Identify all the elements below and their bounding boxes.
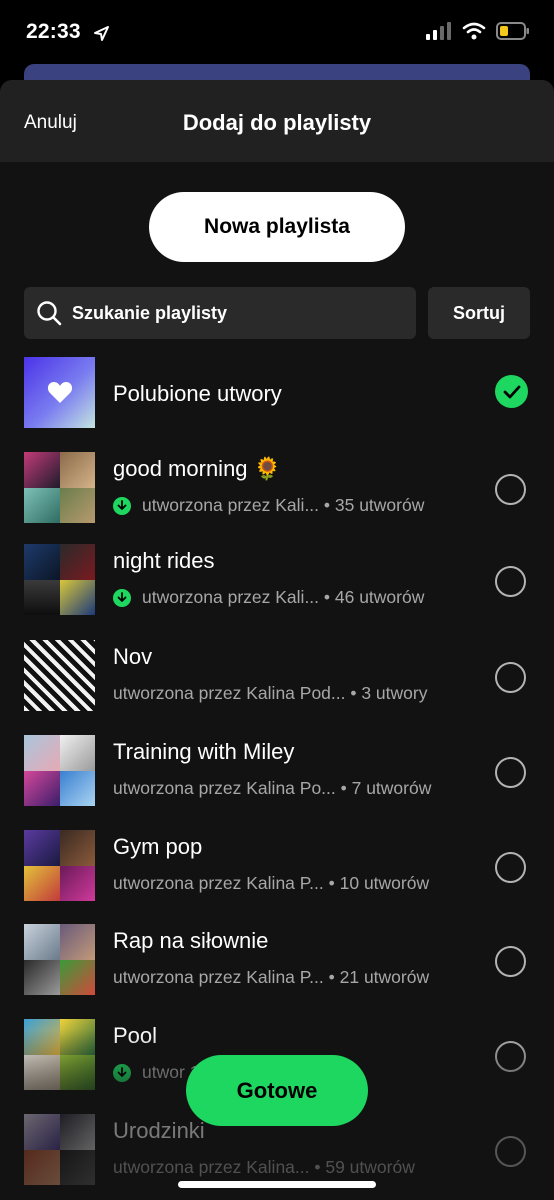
playlist-cover [24, 924, 95, 995]
playlist-title: night rides [113, 548, 215, 573]
select-radio[interactable] [495, 662, 526, 693]
location-arrow-icon [94, 26, 109, 41]
heart-icon [47, 381, 72, 403]
search-placeholder: Szukanie playlisty [72, 302, 228, 323]
list-item[interactable]: night rides utworzona przez Kali... • 46… [0, 544, 554, 624]
playlist-cover [24, 1019, 95, 1090]
playlist-subtitle: utworzona przez Kalina P... • 10 utworów [113, 873, 430, 893]
playlist-subtitle: utworzona przez Kalina Po... • 7 utworów [113, 778, 432, 798]
sort-button[interactable]: Sortuj [428, 287, 530, 339]
downloaded-icon [113, 588, 131, 607]
playlist-title: Polubione utwory [113, 381, 282, 406]
liked-songs-cover [24, 357, 95, 428]
done-button[interactable]: Gotowe [186, 1055, 368, 1126]
playlist-cover [24, 830, 95, 901]
selected-check[interactable] [495, 375, 528, 408]
playlist-subtitle: utworzona przez Kalina P... • 21 utworów [113, 967, 430, 987]
search-icon [36, 300, 62, 326]
check-icon [503, 385, 520, 398]
status-bar: 22:33 [0, 0, 554, 66]
list-item[interactable]: Training with Miley utworzona przez Kali… [0, 735, 554, 815]
select-radio[interactable] [495, 757, 526, 788]
select-radio[interactable] [495, 566, 526, 597]
sheet-header: Anuluj Dodaj do playlisty [0, 80, 554, 162]
playlist-title: Rap na siłownie [113, 928, 269, 953]
home-indicator [178, 1181, 376, 1188]
playlist-subtitle: utworzona przez Kalina... • 59 utworów [113, 1157, 415, 1177]
page-title: Dodaj do playlisty [182, 110, 372, 135]
playlist-title: Urodzinki [113, 1118, 205, 1143]
list-item[interactable]: good morning 🌻 utworzona przez Kali... •… [0, 452, 554, 532]
select-radio[interactable] [495, 946, 526, 977]
playlist-cover [24, 452, 95, 523]
battery-icon [496, 22, 529, 40]
select-radio[interactable] [495, 474, 526, 505]
downloaded-icon [113, 1063, 131, 1082]
list-item[interactable]: Polubione utwory [0, 357, 554, 437]
playlist-cover [24, 1114, 95, 1185]
playlist-title: Gym pop [113, 834, 203, 859]
playlist-title: Training with Miley [113, 739, 295, 764]
select-radio[interactable] [495, 852, 526, 883]
playlist-cover [24, 735, 95, 806]
select-radio[interactable] [495, 1041, 526, 1072]
list-item[interactable]: Nov utworzona przez Kalina Pod... • 3 ut… [0, 640, 554, 720]
playlist-title: Nov [113, 644, 153, 669]
playlist-title: good morning 🌻 [113, 456, 282, 481]
wifi-icon [462, 22, 486, 40]
playlist-subtitle: utworzona przez Kalina Pod... • 3 utwory [113, 683, 428, 703]
select-radio[interactable] [495, 1136, 526, 1167]
playlist-subtitle: utworzona przez Kali... • 46 utworów [113, 587, 424, 608]
status-time: 22:33 [26, 20, 81, 43]
signal-icon [426, 22, 451, 40]
playlist-subtitle: utworzona przez Kali... • 35 utworów [113, 495, 424, 516]
add-to-playlist-sheet: Anuluj Dodaj do playlisty Nowa playlista… [0, 80, 554, 1200]
search-input[interactable]: Szukanie playlisty [24, 287, 416, 339]
playlist-title: Pool [113, 1023, 158, 1048]
playlist-cover [24, 640, 95, 711]
playlist-cover [24, 544, 95, 615]
list-item[interactable]: Rap na siłownie utworzona przez Kalina P… [0, 924, 554, 1004]
list-item[interactable]: Gym pop utworzona przez Kalina P... • 10… [0, 830, 554, 910]
new-playlist-button[interactable]: Nowa playlista [149, 192, 405, 262]
downloaded-icon [113, 496, 131, 515]
